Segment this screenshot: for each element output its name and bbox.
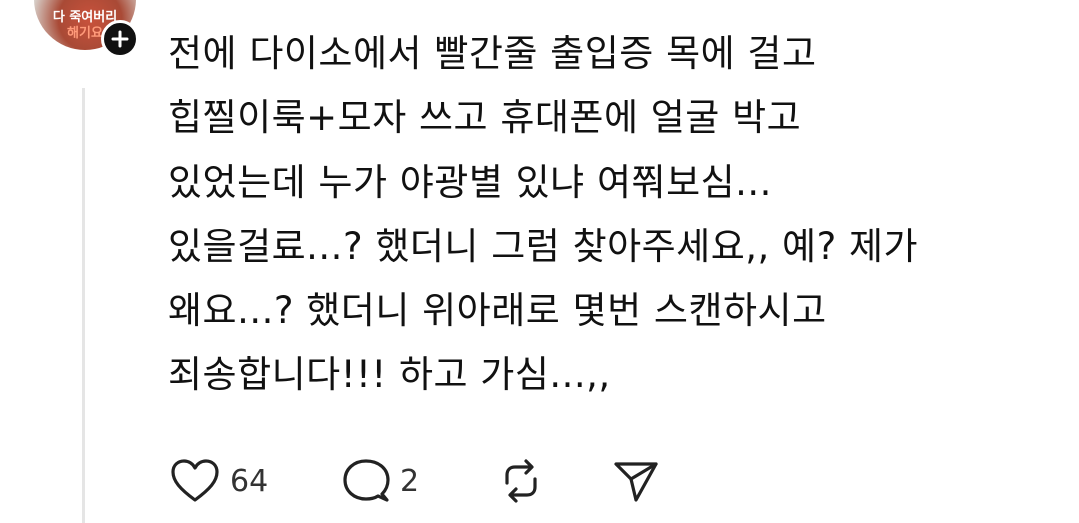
post-line: 힙찔이룩+모자 쓰고 휴대폰에 얼굴 박고 bbox=[168, 96, 802, 140]
reply-count: 2 bbox=[400, 463, 420, 499]
share-icon bbox=[614, 462, 658, 502]
share-button[interactable] bbox=[612, 457, 660, 505]
post-text: 전에 다이소에서 빨간줄 출입증 목에 걸고 힙찔이룩+모자 쓰고 휴대폰에 얼… bbox=[168, 22, 1063, 408]
post-line: 왜요...? 했더니 위아래로 몇번 스캔하시고 bbox=[168, 289, 827, 333]
post-line: 전에 다이소에서 빨간줄 출입증 목에 걸고 bbox=[168, 32, 817, 75]
post-line: 있을걸료...? 했더니 그럼 찾아주세요,, 예? 제가 bbox=[168, 224, 919, 268]
thread-line bbox=[82, 88, 85, 523]
post-line: 죄송합니다!!! 하고 가심...,, bbox=[168, 353, 611, 397]
plus-icon bbox=[111, 30, 129, 48]
reply-button[interactable]: 2 bbox=[342, 457, 497, 505]
comment-icon bbox=[343, 459, 390, 502]
post-line: 있었는데 누가 야광별 있냐 여쭤보심... bbox=[168, 160, 772, 204]
follow-button[interactable] bbox=[101, 20, 139, 58]
heart-icon bbox=[171, 459, 219, 502]
like-count: 64 bbox=[230, 463, 269, 499]
like-button[interactable]: 64 bbox=[170, 458, 342, 504]
action-bar: 64 2 bbox=[170, 456, 660, 506]
repost-icon bbox=[505, 459, 537, 503]
repost-button[interactable] bbox=[497, 457, 612, 505]
